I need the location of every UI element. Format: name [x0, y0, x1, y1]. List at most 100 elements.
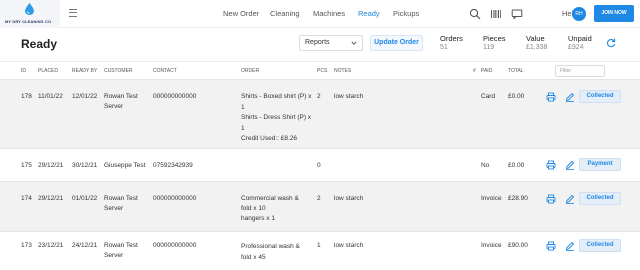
avatar[interactable]: RH — [572, 7, 586, 21]
join-now-button[interactable]: JOIN NOW — [594, 5, 634, 22]
stat-value-label: Value — [526, 34, 545, 43]
cell-customer[interactable]: Rowan Test Server — [104, 241, 138, 260]
col-contact[interactable]: CONTACT — [153, 62, 177, 80]
cell-pcs: 2 — [317, 195, 321, 202]
customer-line: Server — [104, 204, 124, 212]
cell-placed: 29/12/21 — [38, 162, 64, 169]
filter-input[interactable] — [555, 65, 605, 77]
table-row[interactable]: 178 11/01/22 12/01/22 Rowan Test Server … — [0, 79, 640, 148]
hamburger-icon[interactable] — [69, 9, 77, 18]
customer-line: Server — [104, 251, 124, 259]
message-icon[interactable] — [511, 8, 523, 20]
barcode-icon[interactable] — [490, 8, 502, 20]
cell-pcs: 2 — [317, 93, 321, 100]
cell-customer[interactable]: Rowan Test Server — [104, 92, 138, 111]
edit-icon[interactable] — [565, 241, 575, 251]
nav-new-order[interactable]: New Order — [223, 0, 259, 28]
stat-pieces-label: Pieces — [483, 34, 506, 43]
cell-id: 178 — [21, 93, 32, 100]
update-order-button[interactable]: Update Order — [370, 35, 423, 51]
cell-pcs: 0 — [317, 162, 321, 169]
stat-unpaid-value: £924 — [568, 44, 584, 51]
print-icon[interactable] — [546, 92, 556, 102]
cell-placed: 29/12/21 — [38, 195, 64, 202]
cell-contact: 000000000000 — [153, 195, 197, 202]
cell-id: 174 — [21, 195, 32, 202]
print-icon[interactable] — [546, 194, 556, 204]
table-row[interactable]: 175 29/12/21 30/12/21 Giuseppe Test 0759… — [0, 148, 640, 181]
cell-id: 175 — [21, 162, 32, 169]
col-total[interactable]: TOTAL — [508, 62, 524, 80]
reports-select-value: Reports — [305, 39, 330, 46]
page-title: Ready — [21, 37, 58, 51]
order-line: Shirts - Dress Shirt (P) x — [241, 114, 312, 121]
print-icon[interactable] — [546, 160, 556, 170]
customer-line: Server — [104, 102, 124, 110]
cell-notes: low starch — [334, 93, 364, 100]
edit-icon[interactable] — [565, 160, 575, 170]
chevron-down-icon — [351, 41, 357, 45]
reports-select[interactable]: Reports — [299, 35, 363, 51]
order-line: 1 — [241, 124, 245, 132]
cell-total: £28.90 — [508, 195, 528, 202]
cell-customer[interactable]: Giuseppe Test — [104, 161, 145, 171]
col-pcs[interactable]: PCS — [317, 62, 327, 80]
payment-button[interactable]: Payment — [579, 158, 621, 171]
print-icon[interactable] — [546, 241, 556, 251]
collected-button[interactable]: Collected — [579, 239, 621, 252]
order-line: Commercial wash & — [241, 195, 299, 202]
stat-orders-value: 51 — [440, 44, 448, 51]
cell-pcs: 1 — [317, 242, 321, 249]
table-row[interactable]: 173 23/12/21 24/12/21 Rowan Test Server … — [0, 231, 640, 270]
collected-button[interactable]: Collected — [579, 192, 621, 205]
order-line: 1 — [241, 103, 245, 111]
cell-paid: Invoice — [481, 195, 502, 202]
cell-notes: low starch — [334, 195, 364, 202]
water-drop-icon — [25, 3, 34, 15]
col-order[interactable]: ORDER — [241, 62, 259, 80]
cell-paid: Invoice — [481, 242, 502, 249]
refresh-icon[interactable] — [606, 38, 616, 48]
cell-ready-by: 24/12/21 — [72, 242, 98, 249]
stat-orders-label: Orders — [440, 34, 463, 43]
col-placed[interactable]: PLACED — [38, 62, 58, 80]
table-row[interactable]: 174 29/12/21 01/01/22 Rowan Test Server … — [0, 181, 640, 231]
stat-value: Value £1,338 — [526, 34, 547, 51]
cell-placed: 23/12/21 — [38, 242, 64, 249]
order-line: Professional wash & — [241, 243, 300, 250]
customer-line: Rowan Test — [104, 195, 138, 202]
col-notes[interactable]: NOTES — [334, 62, 351, 80]
search-icon[interactable] — [469, 8, 481, 20]
col-paid[interactable]: PAID — [481, 62, 492, 80]
nav-ready[interactable]: Ready — [358, 0, 380, 28]
nav-cleaning[interactable]: Cleaning — [270, 0, 300, 28]
cell-order: Shirts - Boxed shirt (P) x 1 Shirts - Dr… — [241, 92, 311, 145]
edit-icon[interactable] — [565, 92, 575, 102]
cell-total: £0.00 — [508, 162, 525, 169]
nav-pickups[interactable]: Pickups — [393, 0, 419, 28]
cell-paid: Card — [481, 93, 496, 100]
cell-order: Professional wash & fold x 45 — [241, 241, 300, 263]
col-hash[interactable]: # — [473, 62, 476, 80]
cell-contact: 07592342939 — [153, 162, 193, 169]
nav-machines[interactable]: Machines — [313, 0, 345, 28]
col-ready-by[interactable]: READY BY — [72, 62, 97, 80]
col-id[interactable]: ID — [21, 62, 26, 80]
cell-notes: low starch — [334, 242, 364, 249]
col-customer[interactable]: CUSTOMER — [104, 62, 133, 80]
cell-paid: No — [481, 162, 490, 169]
order-line: Shirts - Boxed shirt (P) x — [241, 93, 312, 100]
top-bar: MY DRY CLEANING CO New Order Cleaning Ma… — [0, 0, 640, 28]
edit-icon[interactable] — [565, 194, 575, 204]
cell-ready-by: 30/12/21 — [72, 162, 98, 169]
customer-line: Rowan Test — [104, 93, 138, 100]
brand-logo[interactable]: MY DRY CLEANING CO — [0, 0, 60, 28]
cell-ready-by: 12/01/22 — [72, 93, 98, 100]
order-line: hangers x 1 — [241, 215, 275, 222]
cell-total: £0.00 — [508, 93, 525, 100]
order-line: Credit Used:: £8.26 — [241, 135, 298, 142]
stat-unpaid: Unpaid £924 — [568, 34, 592, 51]
collected-button[interactable]: Collected — [579, 90, 621, 103]
cell-customer[interactable]: Rowan Test Server — [104, 194, 138, 213]
cell-contact: 000000000000 — [153, 242, 197, 249]
